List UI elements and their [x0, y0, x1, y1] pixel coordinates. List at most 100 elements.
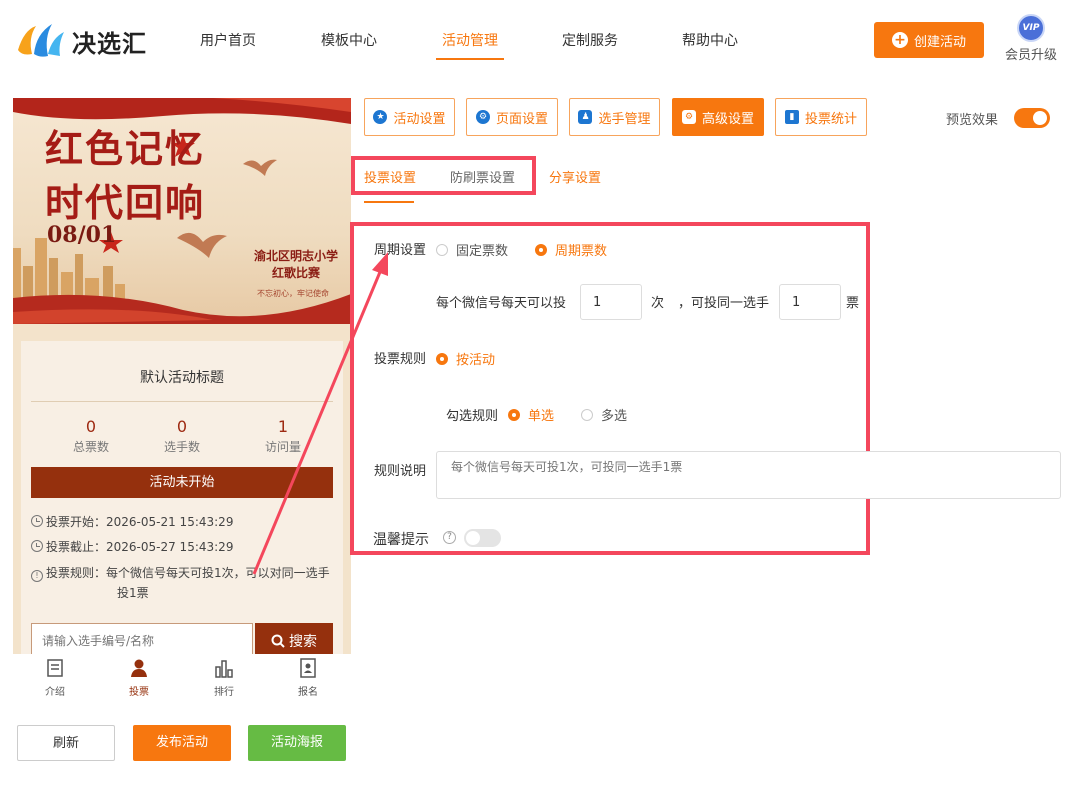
- radio-label: 按活动: [456, 353, 496, 368]
- preview-effect-toggle[interactable]: [1014, 108, 1050, 128]
- publish-activity-button[interactable]: 发布活动: [133, 725, 231, 761]
- top-header: 决选汇 用户首页 模板中心 活动管理 定制服务 帮助中心 + 创建活动 VIP …: [0, 0, 1085, 82]
- search-button-label: 搜索: [289, 634, 317, 650]
- tab-vote[interactable]: 投票: [109, 658, 169, 698]
- divider: [31, 401, 333, 402]
- vote-end-line: 投票截止：2026-05-27 15:43:29: [31, 537, 331, 557]
- tool-label: 高级设置: [701, 111, 754, 127]
- tool-label: 投票统计: [804, 111, 857, 127]
- banner-school: 渝北区明志小学 红歌比赛: [241, 248, 351, 282]
- nav-help-center[interactable]: 帮助中心: [682, 30, 738, 60]
- users-icon: ♟: [578, 110, 593, 124]
- vote-rule-line2: 投1票: [117, 586, 149, 600]
- mobile-preview: 红色记忆 时代回响 08/01 渝北区明志小学 红歌比赛 不忘初心，牢记使命 默…: [13, 98, 351, 654]
- radio-icon: [508, 408, 520, 421]
- brand-logo[interactable]: 决选汇: [14, 20, 154, 60]
- banner-slogan: 不忘初心，牢记使命: [257, 289, 329, 298]
- radio-fixed-votes[interactable]: 固定票数: [436, 240, 508, 259]
- same-player-text: ，可投同一选手: [678, 296, 770, 311]
- stat-visits: 1 访问量: [233, 417, 333, 455]
- stat-value: 0: [85, 417, 97, 436]
- tab-activity-settings[interactable]: ★ 活动设置: [364, 98, 455, 136]
- vote-rule-line: ! 投票规则：每个微信号每天可投1次，可以对同一选手: [31, 563, 331, 583]
- tool-label: 选手管理: [598, 111, 651, 127]
- banner-school-line2: 红歌比赛: [271, 266, 320, 280]
- same-player-votes-input[interactable]: [779, 284, 841, 320]
- gear-icon: ⚙: [475, 110, 490, 124]
- settings-highlight-frame: [350, 222, 870, 555]
- tip-toggle[interactable]: [464, 529, 501, 547]
- rule-description-textarea[interactable]: [436, 451, 1061, 499]
- tab-label: 报名: [298, 687, 318, 698]
- activity-status-bar: 活动未开始: [31, 467, 333, 498]
- tab-label: 排行: [214, 687, 234, 698]
- stat-players: 0 选手数: [132, 417, 232, 455]
- banner-title-line1: 红色记忆: [45, 126, 206, 171]
- signup-icon: [300, 658, 316, 678]
- user-icon: [131, 659, 147, 677]
- tab-vote-statistics[interactable]: ▮ 投票统计: [775, 98, 867, 136]
- tool-label: 页面设置: [495, 111, 548, 127]
- activity-info-card: 默认活动标题 0 总票数 0 选手数 1 访问量 活动未开始 投票开始：2026…: [21, 341, 343, 654]
- radio-by-activity[interactable]: 按活动: [436, 349, 495, 368]
- rule-description-label: 规则说明: [374, 464, 427, 479]
- vote-rule-text: 投票规则：每个微信号每天可投1次，可以对同一选手: [46, 566, 330, 580]
- stat-label: 选手数: [163, 440, 200, 454]
- radio-single-choice[interactable]: 单选: [508, 405, 554, 424]
- tab-signup[interactable]: 报名: [278, 658, 338, 698]
- vote-rule-label: 投票规则: [374, 352, 427, 367]
- radio-multi-choice[interactable]: 多选: [581, 405, 627, 424]
- nav-templates[interactable]: 模板中心: [321, 30, 377, 60]
- vote-start-line: 投票开始：2026-05-21 15:43:29: [31, 512, 331, 532]
- vip-badge-icon: VIP: [1017, 14, 1045, 42]
- nav-home[interactable]: 用户首页: [200, 30, 256, 60]
- votes-per-day-input[interactable]: [580, 284, 642, 320]
- vote-end-text: 投票截止：2026-05-27 15:43:29: [46, 540, 234, 554]
- stat-label: 总票数: [72, 440, 109, 454]
- help-icon[interactable]: ?: [443, 531, 456, 544]
- logo-mark-icon: [18, 24, 64, 57]
- check-rule-label: 勾选规则: [446, 409, 499, 424]
- create-activity-button[interactable]: + 创建活动: [874, 22, 984, 58]
- vip-upgrade[interactable]: VIP 会员升级: [1004, 14, 1058, 63]
- clock-icon: [31, 515, 43, 527]
- activity-poster-button[interactable]: 活动海报: [248, 725, 346, 761]
- stat-value: 1: [277, 417, 289, 436]
- player-search-input[interactable]: [32, 624, 252, 654]
- search-button[interactable]: 搜索: [255, 623, 333, 654]
- times-unit: 次: [651, 296, 665, 311]
- tab-advanced-settings[interactable]: ⚙ 高级设置: [672, 98, 764, 136]
- info-icon: !: [31, 570, 43, 582]
- radio-periodic-votes[interactable]: 周期票数: [535, 240, 607, 259]
- tab-page-settings[interactable]: ⚙ 页面设置: [466, 98, 558, 136]
- radio-icon: [535, 243, 547, 256]
- player-search-box[interactable]: [31, 623, 253, 654]
- banner-school-line1: 渝北区明志小学: [253, 249, 338, 263]
- radio-label: 周期票数: [555, 244, 608, 259]
- nav-activity-management[interactable]: 活动管理: [436, 30, 504, 60]
- plus-circle-icon: +: [891, 32, 908, 48]
- radio-icon: [436, 352, 448, 365]
- brand-name: 决选汇: [72, 30, 147, 58]
- tab-ranking[interactable]: 排行: [194, 658, 254, 698]
- stat-label: 访问量: [264, 440, 301, 454]
- nav-custom-service[interactable]: 定制服务: [562, 30, 618, 60]
- subtab-share-settings[interactable]: 分享设置: [549, 167, 601, 186]
- activity-title: 默认活动标题: [140, 370, 224, 386]
- tab-intro[interactable]: 介绍: [25, 658, 85, 698]
- refresh-button[interactable]: 刷新: [17, 725, 115, 761]
- subtab-vote-settings[interactable]: 投票设置: [364, 167, 416, 186]
- stat-value: 0: [176, 417, 188, 436]
- period-setting-label: 周期设置: [374, 243, 427, 258]
- tool-label: 活动设置: [393, 111, 446, 127]
- tab-player-management[interactable]: ♟ 选手管理: [569, 98, 660, 136]
- preview-tab-bar: 介绍 投票 排行 报名: [13, 654, 351, 698]
- tab-label: 介绍: [45, 687, 65, 698]
- settings-list-icon: ⚙: [681, 110, 696, 124]
- subtab-anti-fraud[interactable]: 防刷票设置: [450, 167, 515, 186]
- radio-icon: [436, 243, 448, 256]
- active-subtab-underline: [364, 201, 414, 203]
- radio-label: 单选: [528, 409, 555, 424]
- create-activity-label: 创建活动: [913, 34, 966, 50]
- banner-title-line2: 时代回响: [45, 180, 206, 225]
